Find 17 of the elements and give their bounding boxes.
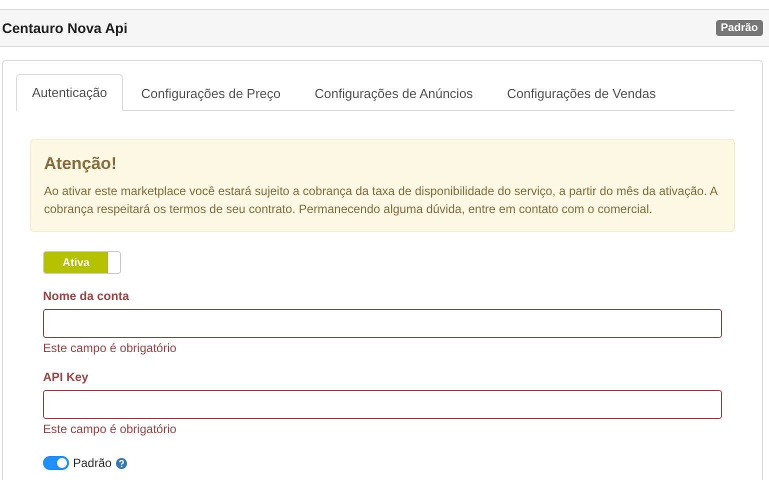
error-message: Este campo é obrigatório xyxy=(43,341,178,355)
help-icon[interactable] xyxy=(116,458,127,468)
page-title: Centauro Nova Api xyxy=(2,20,128,36)
switch-label: Padrão xyxy=(73,456,112,470)
default-badge: Padrão xyxy=(716,20,763,36)
input-field[interactable] xyxy=(43,390,722,419)
alert-title: Atenção! xyxy=(44,154,118,174)
alert-message: Ao ativar este marketplace você estará sujeito a cobrança da taxa de disponibilidade do serviço, a partir do mês da ativação. A cobrança respeitará os termos de seu contrato. Permanecendo alguma dúvida, entre em contato com o comercial. xyxy=(44,183,719,218)
input-field[interactable] xyxy=(43,309,722,338)
tab[interactable]: Configurações de Anúncios xyxy=(298,74,489,111)
error-message: Este campo é obrigatório xyxy=(43,422,178,436)
field-label: API Key xyxy=(43,370,90,384)
tab[interactable]: Configurações de Vendas xyxy=(490,74,672,111)
tab[interactable]: Configurações de Preço xyxy=(125,74,297,111)
tab[interactable]: Autenticação xyxy=(16,74,124,111)
toggle-switch[interactable] xyxy=(43,456,69,470)
field-label: Nome da conta xyxy=(43,289,130,303)
